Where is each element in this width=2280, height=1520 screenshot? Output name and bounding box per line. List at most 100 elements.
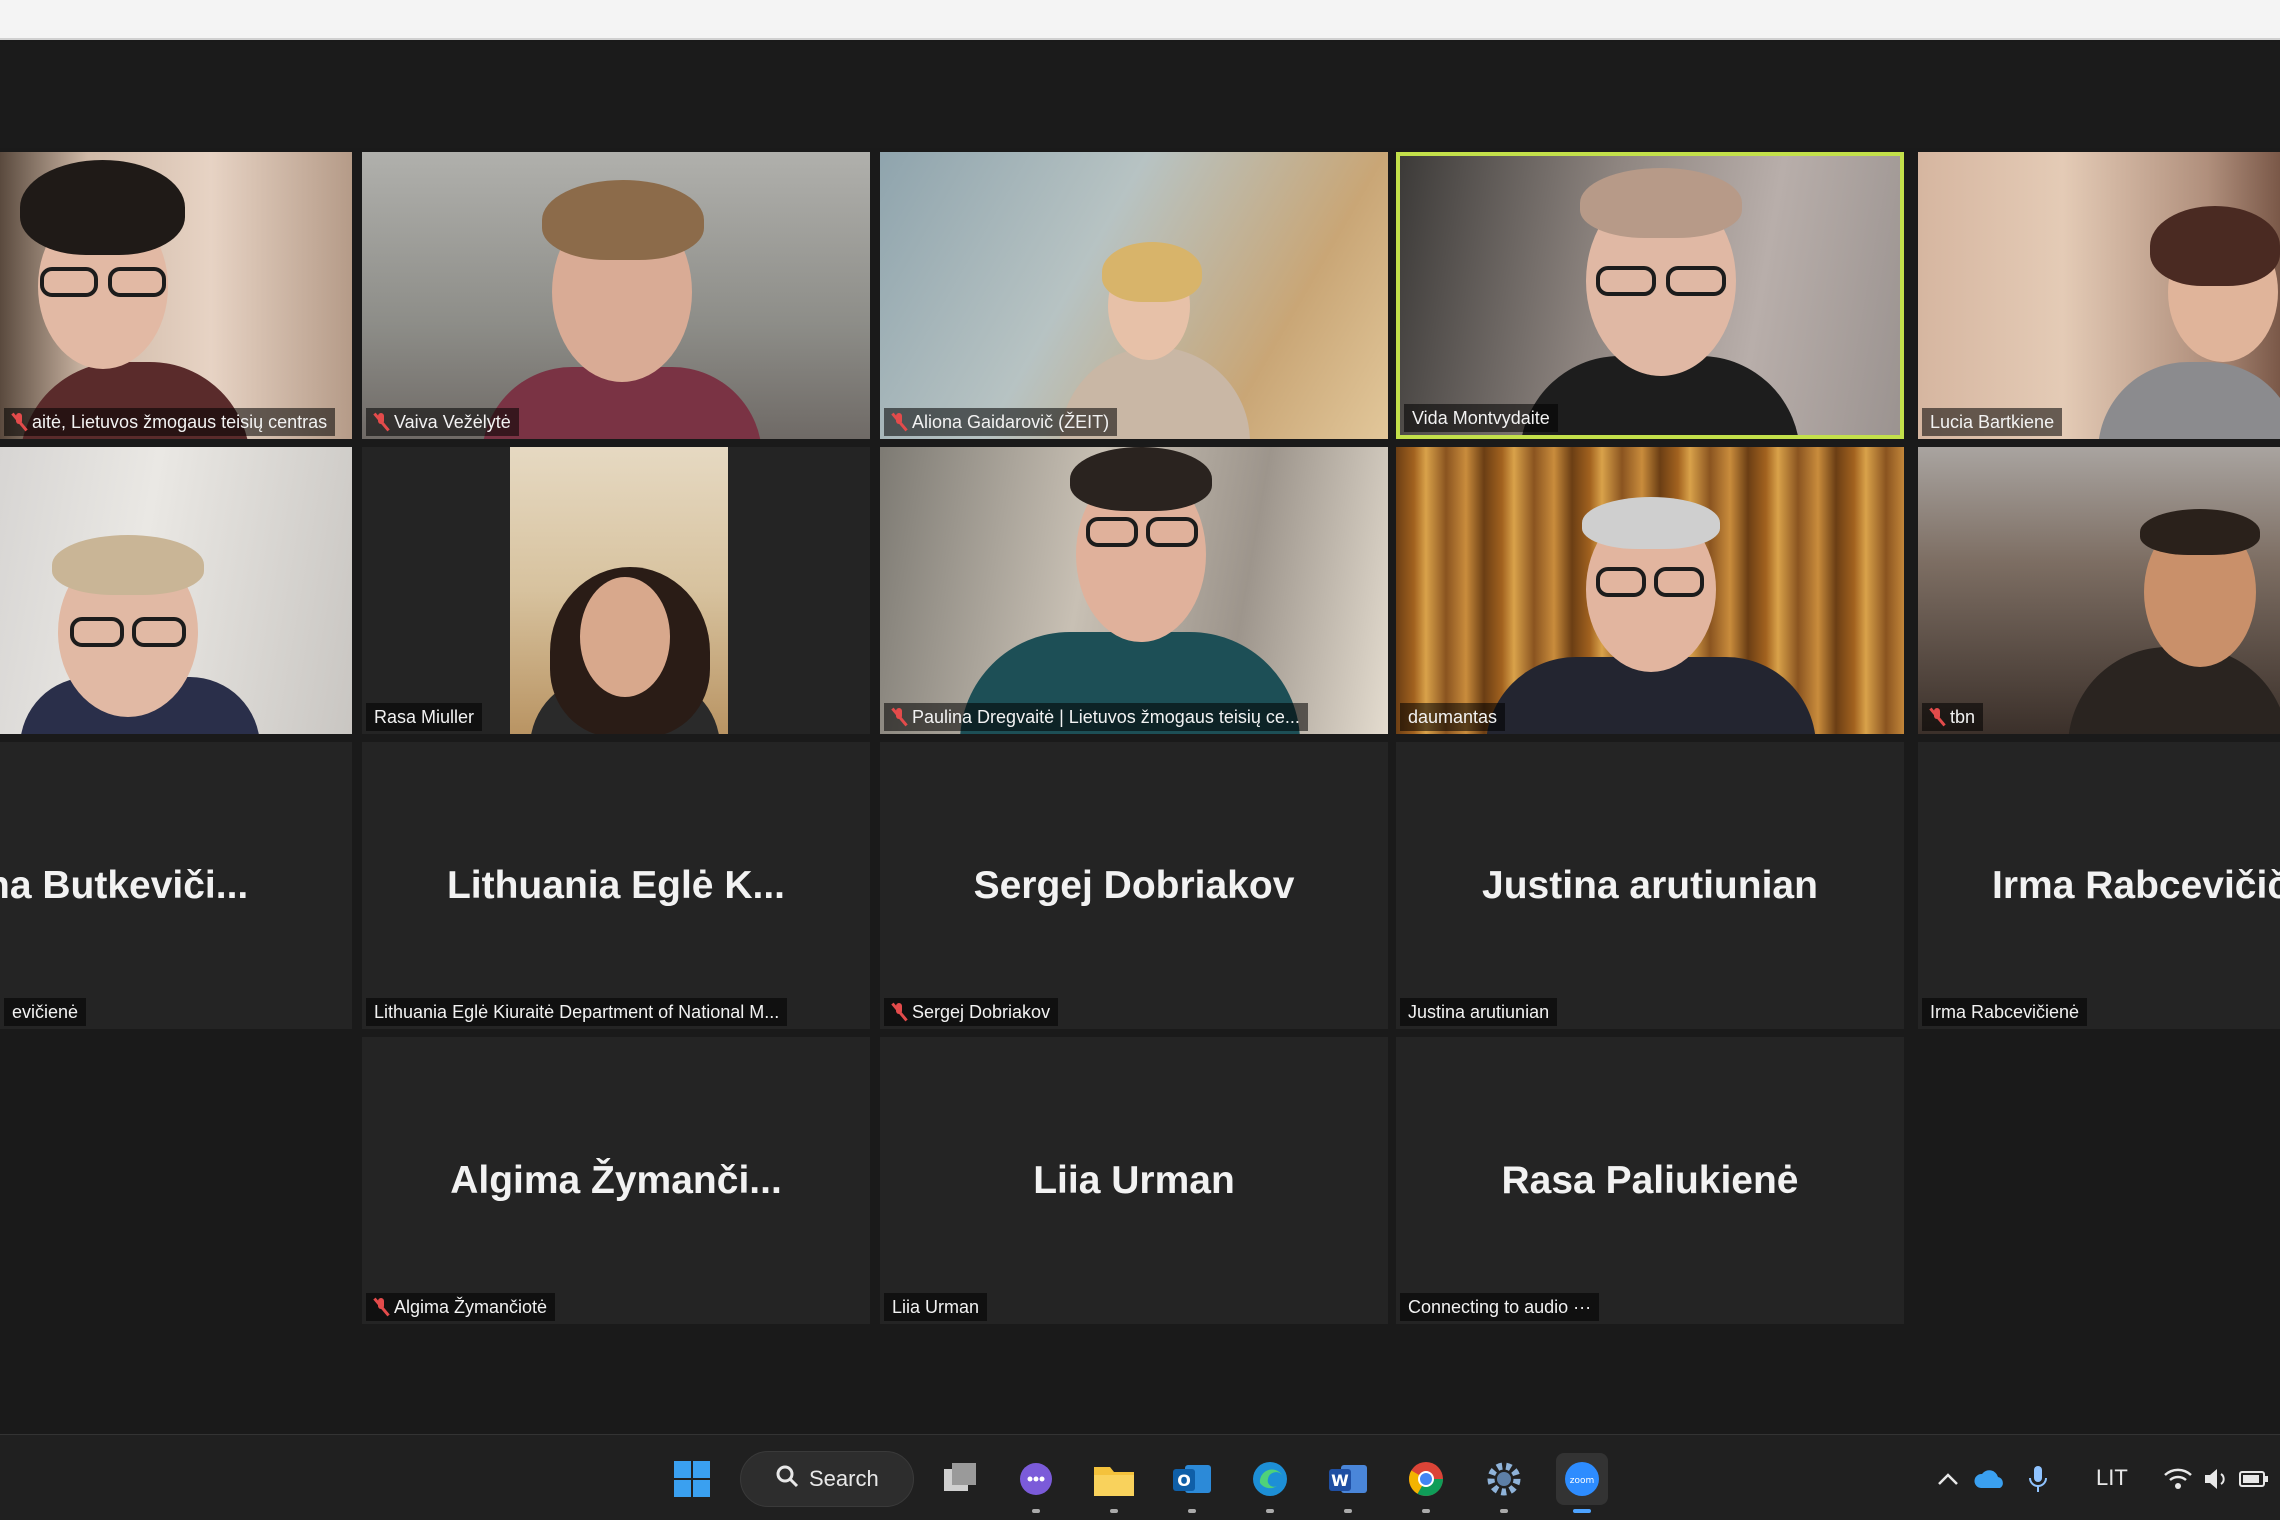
chrome-icon[interactable] — [1400, 1453, 1452, 1513]
participant-tile[interactable]: Vaiva Vežėlytė — [362, 152, 870, 439]
edge-icon[interactable] — [1244, 1453, 1296, 1513]
participant-name-tag: Sergej Dobriakov — [884, 998, 1059, 1026]
teams-chat-icon[interactable] — [1010, 1453, 1062, 1513]
participant-name-tag: Lithuania Eglė Kiuraitė Department of Na… — [366, 998, 788, 1026]
windows-start-icon[interactable] — [666, 1453, 718, 1505]
participant-display-name: Justina arutiunian — [1482, 864, 1818, 907]
participant-name: Liia Urman — [892, 1297, 980, 1317]
participant-tile[interactable]: Lithuania Eglė K... Lithuania Eglė Kiura… — [362, 742, 870, 1029]
participant-tile[interactable] — [0, 447, 352, 734]
participant-name: Lithuania Eglė Kiuraitė Department of Na… — [374, 1002, 780, 1022]
participant-name-tag: Algima Žymančiotė — [366, 1293, 556, 1321]
word-icon[interactable]: W — [1322, 1453, 1374, 1513]
participant-name: Aliona Gaidarovič (ŽEIT) — [912, 412, 1110, 432]
participant-name-tag: daumantas — [1400, 703, 1506, 731]
participant-tile[interactable]: Paulina Dregvaitė | Lietuvos žmogaus tei… — [880, 447, 1388, 734]
participant-name: aitė, Lietuvos žmogaus teisių centras — [32, 412, 328, 432]
muted-mic-icon — [11, 412, 28, 432]
participant-name: Algima Žymančiotė — [394, 1297, 548, 1317]
muted-mic-icon — [891, 707, 908, 727]
participant-name-tag: Irma Rabcevičienė — [1922, 998, 2088, 1026]
zoom-icon[interactable]: zoom — [1556, 1453, 1608, 1513]
participant-name: Paulina Dregvaitė | Lietuvos žmogaus tei… — [912, 707, 1300, 727]
participant-tile[interactable]: aitė, Lietuvos žmogaus teisių centras — [0, 152, 352, 439]
participant-name-tag: Connecting to audio ··· — [1400, 1293, 1600, 1321]
participant-video — [0, 447, 352, 734]
participant-video — [1918, 152, 2280, 439]
participant-name-tag: evičienė — [4, 998, 87, 1026]
participant-display-name: Lithuania Eglė K... — [446, 864, 786, 907]
participant-video — [880, 152, 1388, 439]
participant-tile[interactable]: Rasa Miuller — [362, 447, 870, 734]
muted-mic-icon — [1929, 707, 1946, 727]
participant-tile[interactable]: tbn — [1918, 447, 2280, 734]
participant-tile[interactable]: Lucia Bartkiene — [1918, 152, 2280, 439]
participant-name-tag: aitė, Lietuvos žmogaus teisių centras — [4, 408, 336, 436]
participant-name-tag: Paulina Dregvaitė | Lietuvos žmogaus tei… — [884, 703, 1308, 731]
chevron-up-icon[interactable] — [1930, 1453, 1966, 1505]
gallery-view: aitė, Lietuvos žmogaus teisių centras Va… — [0, 148, 2280, 1434]
svg-text:O: O — [1177, 1471, 1191, 1490]
volume-icon[interactable] — [2198, 1453, 2234, 1505]
participant-name-tag: Vida Montvydaite — [1404, 404, 1558, 432]
participant-display-name: Algima Žymanči... — [450, 1159, 782, 1202]
participant-tile[interactable]: Sergej Dobriakov Sergej Dobriakov — [880, 742, 1388, 1029]
windows-taskbar: Search O W zoom LIT — [0, 1434, 2280, 1520]
wifi-icon[interactable] — [2158, 1453, 2198, 1505]
participant-name: Justina arutiunian — [1408, 1002, 1550, 1022]
participant-video — [0, 152, 352, 439]
participant-name-tag: Justina arutiunian — [1400, 998, 1558, 1026]
participant-tile[interactable]: Irma Rabcevičič Irma Rabcevičienė — [1918, 742, 2280, 1029]
participant-display-name: Rasa Paliukienė — [1501, 1159, 1799, 1202]
microphone-icon[interactable] — [2020, 1453, 2056, 1505]
participant-name: Sergej Dobriakov — [912, 1002, 1051, 1022]
outlook-icon[interactable]: O — [1166, 1453, 1218, 1513]
svg-text:W: W — [1331, 1471, 1349, 1490]
participant-name-tag: tbn — [1922, 703, 1984, 731]
participant-name: tbn — [1950, 707, 1976, 727]
taskbar-search[interactable]: Search — [740, 1451, 914, 1507]
search-icon — [775, 1464, 799, 1494]
participant-tile[interactable]: na Butkeviči... evičienė — [0, 742, 352, 1029]
onedrive-icon[interactable] — [1970, 1453, 2010, 1505]
participant-name-tag: Vaiva Vežėlytė — [366, 408, 519, 436]
participant-name-tag: Aliona Gaidarovič (ŽEIT) — [884, 408, 1118, 436]
browser-top-strip — [0, 0, 2280, 40]
task-view-icon[interactable] — [934, 1453, 986, 1505]
participant-video — [362, 152, 870, 439]
svg-text:zoom: zoom — [1570, 1476, 1595, 1486]
muted-mic-icon — [891, 1002, 908, 1022]
settings-icon[interactable] — [1478, 1453, 1530, 1513]
participant-tile[interactable]: Liia Urman Liia Urman — [880, 1037, 1388, 1324]
muted-mic-icon — [373, 412, 390, 432]
participant-display-name: Irma Rabcevičič — [1992, 864, 2280, 907]
participant-tile[interactable]: daumantas — [1396, 447, 1904, 734]
participant-name: Rasa Miuller — [374, 707, 475, 727]
participant-tile[interactable]: Aliona Gaidarovič (ŽEIT) — [880, 152, 1388, 439]
search-label: Search — [809, 1466, 879, 1491]
participant-status: Connecting to audio ··· — [1408, 1297, 1592, 1317]
participant-display-name: na Butkeviči... — [0, 864, 249, 907]
participant-tile[interactable]: Justina arutiunian Justina arutiunian — [1396, 742, 1904, 1029]
participant-video — [880, 447, 1388, 734]
participant-name-tag: Liia Urman — [884, 1293, 988, 1321]
participant-tile[interactable]: Rasa Paliukienė Connecting to audio ··· — [1396, 1037, 1904, 1324]
participant-display-name: Sergej Dobriakov — [973, 864, 1295, 907]
participant-name: Vaiva Vežėlytė — [394, 412, 511, 432]
muted-mic-icon — [373, 1297, 390, 1317]
participant-tile[interactable]: Algima Žymanči... Algima Žymančiotė — [362, 1037, 870, 1324]
participant-name: daumantas — [1408, 707, 1498, 727]
participant-video — [1918, 447, 2280, 734]
participant-name: Lucia Bartkiene — [1930, 412, 2055, 432]
meeting-header-bar — [0, 42, 2280, 148]
muted-mic-icon — [891, 412, 908, 432]
participant-name: evičienė — [12, 1002, 79, 1022]
participant-name-tag: Rasa Miuller — [366, 703, 483, 731]
participant-video — [1400, 156, 1900, 435]
participant-name: Vida Montvydaite — [1412, 408, 1550, 428]
participant-name-tag: Lucia Bartkiene — [1922, 408, 2063, 436]
battery-icon[interactable] — [2236, 1453, 2272, 1505]
file-explorer-icon[interactable] — [1088, 1453, 1140, 1513]
language-indicator[interactable]: LIT — [2096, 1465, 2128, 1491]
participant-tile-active-speaker[interactable]: Vida Montvydaite — [1396, 152, 1904, 439]
